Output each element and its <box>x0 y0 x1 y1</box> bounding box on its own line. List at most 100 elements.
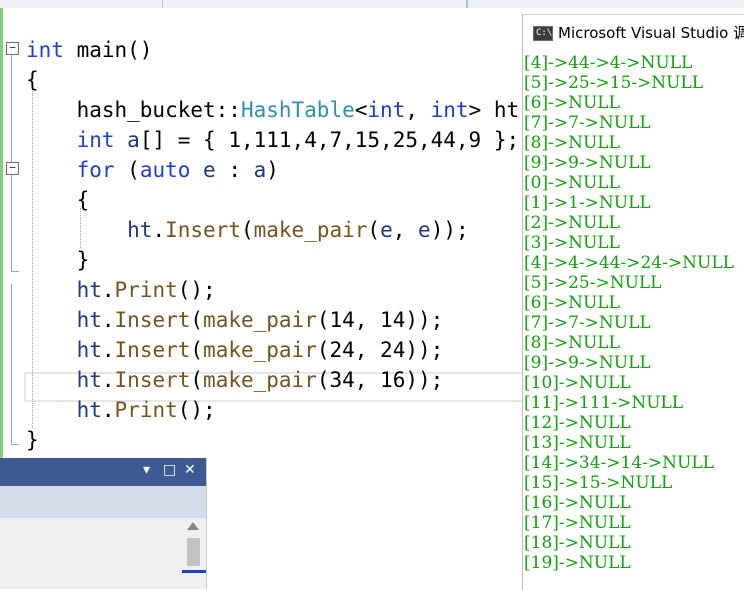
code-line: ht.Insert(make_pair(24, 24)); <box>26 335 444 365</box>
tool-window-toolbar <box>0 486 206 518</box>
console-line: [14]->34->14->NULL <box>524 453 714 473</box>
code-token: ( <box>190 368 204 392</box>
code-token: Print <box>114 398 178 422</box>
code-token: int <box>367 98 406 122</box>
code-token: hash_bucket:: <box>26 98 241 122</box>
maximize-icon[interactable]: □ <box>163 462 176 478</box>
code-token: ( <box>114 158 140 182</box>
dropdown-icon[interactable]: ▾ <box>143 462 150 478</box>
console-line: [11]->111->NULL <box>524 393 684 413</box>
outline-line <box>11 444 19 445</box>
code-token: { <box>26 68 39 92</box>
console-line: [15]->15->NULL <box>524 473 673 493</box>
code-token: Print <box>114 278 178 302</box>
code-token: HashTable <box>240 98 355 122</box>
console-line: [18]->NULL <box>524 533 631 553</box>
code-line: ht.Insert(make_pair(14, 14)); <box>26 305 444 335</box>
code-token: } <box>26 248 90 272</box>
console-line: [17]->NULL <box>524 513 631 533</box>
code-token: for <box>76 158 115 182</box>
code-token: auto <box>139 158 191 182</box>
code-token: Insert <box>114 308 191 332</box>
code-line: hash_bucket::HashTable<int, int> ht; <box>26 95 532 125</box>
code-token: , <box>405 98 431 122</box>
console-app-icon: C:\ <box>533 26 553 41</box>
code-token: main() <box>63 38 153 62</box>
code-token: (34, 16)); <box>316 368 444 392</box>
close-icon[interactable]: ✕ <box>184 462 196 478</box>
code-token: < <box>354 98 368 122</box>
outline-line <box>11 284 12 444</box>
code-token: int <box>430 98 469 122</box>
code-token: ) <box>266 158 279 182</box>
code-token: (); <box>177 278 216 302</box>
scroll-up-icon[interactable] <box>187 522 199 530</box>
console-line: [6]->NULL <box>524 293 620 313</box>
code-token: ( <box>190 308 204 332</box>
document-tab-strip <box>0 0 744 8</box>
console-line: [5]->25->NULL <box>524 273 662 293</box>
code-token: (); <box>177 398 216 422</box>
code-token: e <box>380 218 393 242</box>
code-token: . <box>152 218 166 242</box>
code-token: ( <box>367 218 381 242</box>
code-token: ht <box>76 368 102 392</box>
code-token: ht <box>76 338 102 362</box>
code-token: ht <box>76 308 102 332</box>
code-token: Insert <box>114 368 191 392</box>
code-token: ( <box>190 338 204 362</box>
console-line: [9]->9->NULL <box>524 353 651 373</box>
console-line: [6]->NULL <box>524 93 620 113</box>
code-token: make_pair <box>203 338 317 362</box>
code-line: for (auto e : a) <box>26 155 279 185</box>
code-token: . <box>101 308 115 332</box>
code-token: (24, 24)); <box>316 338 444 362</box>
fold-toggle-for[interactable]: − <box>6 162 19 175</box>
code-token: : <box>215 158 254 182</box>
console-line: [8]->NULL <box>524 133 620 153</box>
code-line: ht.Insert(make_pair(e, e)); <box>26 215 469 245</box>
code-token: , <box>392 218 419 242</box>
code-token: Insert <box>114 338 191 362</box>
code-token: e <box>418 218 431 242</box>
outline-line <box>11 55 12 162</box>
code-line: { <box>26 185 90 215</box>
code-line: { <box>26 65 39 95</box>
code-line: } <box>26 245 90 275</box>
code-editor[interactable]: − − int main(){ hash_bucket::HashTable<i… <box>0 8 532 458</box>
code-token: a <box>127 128 140 152</box>
code-token: Insert <box>165 218 241 242</box>
console-line: [4]->4->44->24->NULL <box>524 253 734 273</box>
document-tab[interactable] <box>162 0 467 8</box>
console-line: [13]->NULL <box>524 433 631 453</box>
code-line: ht.Print(); <box>26 275 216 305</box>
code-line: int a[] = { 1,111,4,7,15,25,44,9 }; <box>26 125 520 155</box>
debug-console-window[interactable]: C:\ Microsoft Visual Studio 调 [4]->44->4… <box>522 14 744 590</box>
code-token: ( <box>240 218 254 242</box>
code-line: ht.Insert(make_pair(34, 16)); <box>26 365 444 395</box>
fold-toggle-main[interactable]: − <box>6 42 19 55</box>
console-line: [10]->NULL <box>524 373 631 393</box>
code-token: int <box>26 38 64 62</box>
code-token: make_pair <box>203 368 317 392</box>
code-token: (14, 14)); <box>316 308 444 332</box>
console-line: [8]->NULL <box>524 333 620 353</box>
console-titlebar: C:\ Microsoft Visual Studio 调 <box>523 15 744 51</box>
code-token: )); <box>430 218 469 242</box>
navigation-dropdown[interactable] <box>467 0 744 8</box>
console-title: Microsoft Visual Studio 调 <box>558 24 744 42</box>
code-token: ht <box>76 398 102 422</box>
outline-line <box>11 271 19 272</box>
console-line: [12]->NULL <box>524 413 631 433</box>
code-token: a <box>253 158 267 182</box>
code-token: [] = { 1,111,4,7,15,25,44,9 }; <box>139 128 520 152</box>
code-token: } <box>26 428 39 452</box>
scrollbar-thumb[interactable] <box>187 538 200 566</box>
outline-line <box>11 175 12 271</box>
code-token: . <box>101 278 115 302</box>
